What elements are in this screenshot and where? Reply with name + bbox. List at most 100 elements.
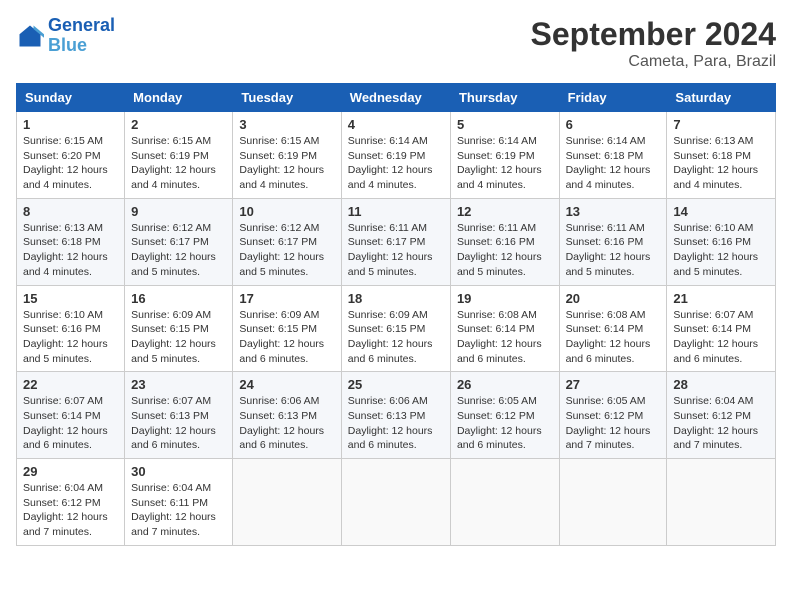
cell-info: Sunrise: 6:07 AM Sunset: 6:14 PM Dayligh… (23, 394, 118, 453)
calendar-cell: 14 Sunrise: 6:10 AM Sunset: 6:16 PM Dayli… (667, 198, 776, 285)
logo-text: General Blue (48, 16, 115, 56)
calendar-cell: 28 Sunrise: 6:04 AM Sunset: 6:12 PM Dayli… (667, 372, 776, 459)
day-number: 18 (348, 291, 444, 306)
cell-info: Sunrise: 6:09 AM Sunset: 6:15 PM Dayligh… (348, 308, 444, 367)
calendar-cell: 12 Sunrise: 6:11 AM Sunset: 6:16 PM Dayli… (450, 198, 559, 285)
calendar-cell: 5Sunrise: 6:14 AM Sunset: 6:19 PM Daylig… (450, 112, 559, 199)
day-header-saturday: Saturday (667, 84, 776, 112)
calendar-cell: 22 Sunrise: 6:07 AM Sunset: 6:14 PM Dayli… (17, 372, 125, 459)
cell-info: Sunrise: 6:08 AM Sunset: 6:14 PM Dayligh… (566, 308, 661, 367)
title-block: September 2024 Cameta, Para, Brazil (531, 16, 776, 71)
day-number: 13 (566, 204, 661, 219)
day-number: 14 (673, 204, 769, 219)
day-number: 16 (131, 291, 226, 306)
calendar-table: SundayMondayTuesdayWednesdayThursdayFrid… (16, 83, 776, 546)
day-number: 15 (23, 291, 118, 306)
calendar-week-4: 22 Sunrise: 6:07 AM Sunset: 6:14 PM Dayli… (17, 372, 776, 459)
day-number: 20 (566, 291, 661, 306)
day-number: 29 (23, 464, 118, 479)
cell-info: Sunrise: 6:13 AM Sunset: 6:18 PM Dayligh… (23, 221, 118, 280)
calendar-cell: 30Sunrise: 6:04 AM Sunset: 6:11 PM Dayli… (125, 459, 233, 546)
day-number: 6 (566, 117, 661, 132)
cell-info: Sunrise: 6:14 AM Sunset: 6:19 PM Dayligh… (457, 134, 553, 193)
calendar-cell: 6 Sunrise: 6:14 AM Sunset: 6:18 PM Daylig… (559, 112, 667, 199)
day-number: 23 (131, 377, 226, 392)
day-header-monday: Monday (125, 84, 233, 112)
calendar-cell: 16 Sunrise: 6:09 AM Sunset: 6:15 PM Dayli… (125, 285, 233, 372)
day-number: 3 (239, 117, 334, 132)
day-number: 28 (673, 377, 769, 392)
cell-info: Sunrise: 6:06 AM Sunset: 6:13 PM Dayligh… (239, 394, 334, 453)
cell-info: Sunrise: 6:07 AM Sunset: 6:13 PM Dayligh… (131, 394, 226, 453)
day-number: 24 (239, 377, 334, 392)
day-number: 26 (457, 377, 553, 392)
day-header-friday: Friday (559, 84, 667, 112)
day-header-wednesday: Wednesday (341, 84, 450, 112)
logo: General Blue (16, 16, 115, 56)
day-number: 11 (348, 204, 444, 219)
calendar-cell: 23 Sunrise: 6:07 AM Sunset: 6:13 PM Dayli… (125, 372, 233, 459)
logo-icon (16, 22, 44, 50)
cell-info: Sunrise: 6:11 AM Sunset: 6:16 PM Dayligh… (457, 221, 553, 280)
cell-info: Sunrise: 6:14 AM Sunset: 6:19 PM Dayligh… (348, 134, 444, 193)
day-number: 8 (23, 204, 118, 219)
cell-info: Sunrise: 6:10 AM Sunset: 6:16 PM Dayligh… (23, 308, 118, 367)
calendar-cell: 9Sunrise: 6:12 AM Sunset: 6:17 PM Daylig… (125, 198, 233, 285)
calendar-cell (559, 459, 667, 546)
calendar-cell: 2 Sunrise: 6:15 AM Sunset: 6:19 PM Daylig… (125, 112, 233, 199)
cell-info: Sunrise: 6:09 AM Sunset: 6:15 PM Dayligh… (131, 308, 226, 367)
day-number: 12 (457, 204, 553, 219)
calendar-cell: 15 Sunrise: 6:10 AM Sunset: 6:16 PM Dayli… (17, 285, 125, 372)
calendar-cell (450, 459, 559, 546)
day-number: 10 (239, 204, 334, 219)
day-number: 2 (131, 117, 226, 132)
calendar-week-3: 15 Sunrise: 6:10 AM Sunset: 6:16 PM Dayli… (17, 285, 776, 372)
cell-info: Sunrise: 6:08 AM Sunset: 6:14 PM Dayligh… (457, 308, 553, 367)
calendar-cell: 19 Sunrise: 6:08 AM Sunset: 6:14 PM Dayli… (450, 285, 559, 372)
calendar-cell: 26 Sunrise: 6:05 AM Sunset: 6:12 PM Dayli… (450, 372, 559, 459)
calendar-cell (341, 459, 450, 546)
day-number: 7 (673, 117, 769, 132)
cell-info: Sunrise: 6:05 AM Sunset: 6:12 PM Dayligh… (566, 394, 661, 453)
calendar-cell: 21Sunrise: 6:07 AM Sunset: 6:14 PM Dayli… (667, 285, 776, 372)
calendar-cell: 1 Sunrise: 6:15 AM Sunset: 6:20 PM Daylig… (17, 112, 125, 199)
cell-info: Sunrise: 6:13 AM Sunset: 6:18 PM Dayligh… (673, 134, 769, 193)
day-number: 21 (673, 291, 769, 306)
location: Cameta, Para, Brazil (531, 53, 776, 71)
cell-info: Sunrise: 6:12 AM Sunset: 6:17 PM Dayligh… (239, 221, 334, 280)
calendar-cell: 11Sunrise: 6:11 AM Sunset: 6:17 PM Dayli… (341, 198, 450, 285)
calendar-cell: 18 Sunrise: 6:09 AM Sunset: 6:15 PM Dayli… (341, 285, 450, 372)
day-number: 27 (566, 377, 661, 392)
page-header: General Blue September 2024 Cameta, Para… (16, 16, 776, 71)
calendar-cell (233, 459, 341, 546)
day-number: 25 (348, 377, 444, 392)
calendar-cell: 13 Sunrise: 6:11 AM Sunset: 6:16 PM Dayli… (559, 198, 667, 285)
day-header-tuesday: Tuesday (233, 84, 341, 112)
calendar-cell: 17Sunrise: 6:09 AM Sunset: 6:15 PM Dayli… (233, 285, 341, 372)
calendar-cell: 24 Sunrise: 6:06 AM Sunset: 6:13 PM Dayli… (233, 372, 341, 459)
day-number: 9 (131, 204, 226, 219)
cell-info: Sunrise: 6:10 AM Sunset: 6:16 PM Dayligh… (673, 221, 769, 280)
cell-info: Sunrise: 6:14 AM Sunset: 6:18 PM Dayligh… (566, 134, 661, 193)
calendar-header-row: SundayMondayTuesdayWednesdayThursdayFrid… (17, 84, 776, 112)
calendar-cell: 7 Sunrise: 6:13 AM Sunset: 6:18 PM Daylig… (667, 112, 776, 199)
day-number: 19 (457, 291, 553, 306)
calendar-week-1: 1 Sunrise: 6:15 AM Sunset: 6:20 PM Daylig… (17, 112, 776, 199)
cell-info: Sunrise: 6:04 AM Sunset: 6:12 PM Dayligh… (673, 394, 769, 453)
calendar-week-5: 29 Sunrise: 6:04 AM Sunset: 6:12 PM Dayli… (17, 459, 776, 546)
calendar-cell: 27 Sunrise: 6:05 AM Sunset: 6:12 PM Dayli… (559, 372, 667, 459)
calendar-cell: 10 Sunrise: 6:12 AM Sunset: 6:17 PM Dayli… (233, 198, 341, 285)
day-header-sunday: Sunday (17, 84, 125, 112)
cell-info: Sunrise: 6:15 AM Sunset: 6:20 PM Dayligh… (23, 134, 118, 193)
day-number: 22 (23, 377, 118, 392)
cell-info: Sunrise: 6:04 AM Sunset: 6:12 PM Dayligh… (23, 481, 118, 540)
cell-info: Sunrise: 6:05 AM Sunset: 6:12 PM Dayligh… (457, 394, 553, 453)
day-number: 1 (23, 117, 118, 132)
calendar-cell: 29 Sunrise: 6:04 AM Sunset: 6:12 PM Dayli… (17, 459, 125, 546)
day-header-thursday: Thursday (450, 84, 559, 112)
cell-info: Sunrise: 6:11 AM Sunset: 6:16 PM Dayligh… (566, 221, 661, 280)
calendar-cell: 3 Sunrise: 6:15 AM Sunset: 6:19 PM Daylig… (233, 112, 341, 199)
cell-info: Sunrise: 6:15 AM Sunset: 6:19 PM Dayligh… (131, 134, 226, 193)
cell-info: Sunrise: 6:06 AM Sunset: 6:13 PM Dayligh… (348, 394, 444, 453)
cell-info: Sunrise: 6:15 AM Sunset: 6:19 PM Dayligh… (239, 134, 334, 193)
